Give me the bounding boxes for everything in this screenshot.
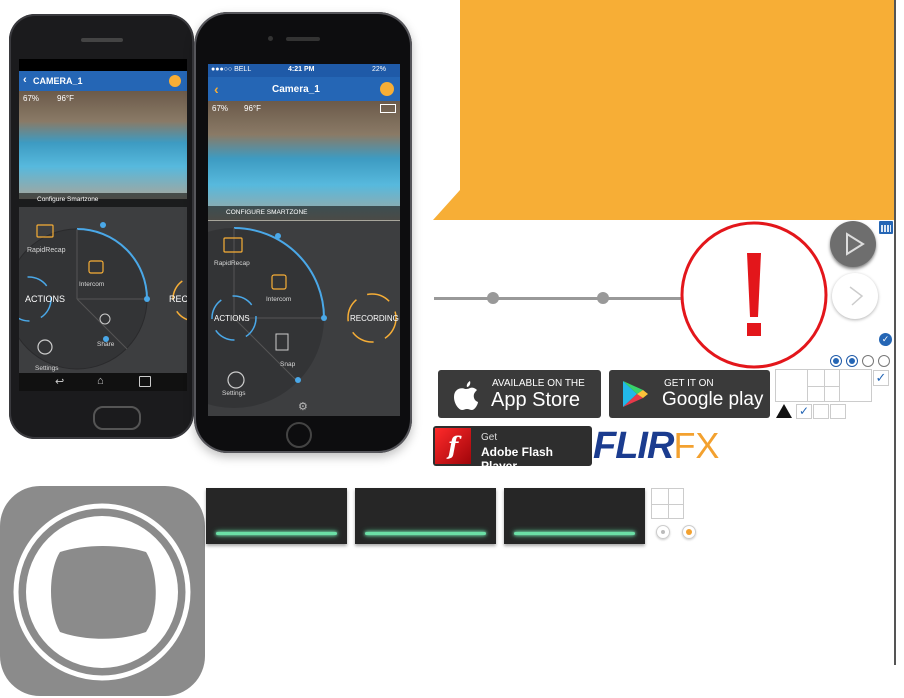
iphone: ●●●○○ BELL 4:21 PM 22% ‹ Camera_1 67% 96… bbox=[194, 12, 412, 453]
app-store-big-text: App Store bbox=[491, 389, 580, 411]
checkbox-checked[interactable]: ✓ bbox=[796, 404, 812, 419]
flir-text: FLIR bbox=[593, 425, 674, 467]
humidity-readout: 67% bbox=[23, 94, 40, 103]
gear-icon[interactable]: ⚙ bbox=[298, 400, 308, 413]
right-divider bbox=[894, 0, 896, 665]
camera-feed[interactable] bbox=[208, 101, 400, 221]
grid-box-quad bbox=[807, 369, 840, 402]
check-circle-icon[interactable]: ✓ bbox=[879, 333, 892, 346]
checkbox-empty[interactable] bbox=[813, 404, 829, 419]
flash-big-text: Adobe Flash Player bbox=[481, 445, 554, 473]
menu-snap[interactable]: Snap bbox=[280, 361, 295, 368]
android-title-bar: ‹ CAMERA_1 bbox=[19, 71, 187, 91]
radio-dot-gray[interactable] bbox=[656, 525, 670, 539]
fx-text: FX bbox=[673, 425, 720, 466]
iphone-camera bbox=[268, 36, 273, 41]
android-speaker bbox=[81, 38, 123, 42]
iphone-title-bar: ‹ Camera_1 bbox=[208, 77, 400, 101]
android-home-button[interactable] bbox=[93, 406, 141, 430]
menu-intercom[interactable]: Intercom bbox=[79, 281, 104, 288]
adobe-flash-button[interactable]: f Get Adobe Flash Player bbox=[433, 426, 592, 473]
triangle-up-icon bbox=[776, 404, 792, 418]
status-time: 4:21 PM bbox=[288, 66, 315, 73]
glow-bar bbox=[514, 532, 635, 535]
google-play-icon bbox=[623, 381, 648, 407]
back-arrow-icon[interactable]: ‹ bbox=[23, 74, 27, 86]
camera-ring-icon bbox=[13, 503, 191, 681]
radio-selected[interactable] bbox=[846, 355, 858, 367]
menu-recording[interactable]: RECORDING bbox=[350, 314, 399, 323]
google-play-button[interactable]: GET IT ON Google play bbox=[609, 370, 770, 418]
app-store-small-text: AVAILABLE ON THE bbox=[492, 378, 585, 389]
carrier-text: ●●●○○ BELL bbox=[211, 66, 252, 73]
camera-feed[interactable] bbox=[19, 91, 187, 199]
battery-icon bbox=[380, 104, 396, 113]
menu-settings[interactable]: Settings bbox=[35, 365, 59, 372]
menu-rapidrecap[interactable]: RapidRecap bbox=[214, 260, 250, 267]
configure-smartzone-bar[interactable]: Configure Smartzone bbox=[19, 193, 187, 207]
android-phone: ‹ CAMERA_1 67% 96°F Configure Smartzone … bbox=[9, 14, 194, 439]
play-icon bbox=[846, 232, 865, 256]
humidity-readout: 67% bbox=[212, 104, 229, 113]
glow-card-2[interactable] bbox=[355, 488, 496, 544]
glow-bar bbox=[216, 532, 337, 535]
timeline-slider-track[interactable] bbox=[434, 292, 684, 304]
android-nav-bar: ↩ ⌂ bbox=[19, 373, 187, 391]
menu-settings[interactable]: Settings bbox=[222, 390, 246, 397]
app-store-button[interactable]: AVAILABLE ON THE App Store bbox=[438, 370, 601, 418]
iphone-screen: ●●●○○ BELL 4:21 PM 22% ‹ Camera_1 67% 96… bbox=[208, 64, 400, 416]
menu-actions[interactable]: ACTIONS bbox=[25, 294, 65, 304]
grid-box bbox=[775, 369, 808, 402]
glow-bar bbox=[365, 532, 486, 535]
flir-fx-logo: FLIRFX bbox=[593, 425, 720, 467]
grid-box bbox=[839, 369, 872, 402]
radio-unselected[interactable] bbox=[862, 355, 874, 367]
orange-callout-panel bbox=[433, 0, 895, 220]
temperature-readout: 96°F bbox=[57, 94, 74, 103]
radio-selected[interactable] bbox=[830, 355, 842, 367]
checkbox-checked[interactable]: ✓ bbox=[873, 370, 889, 386]
menu-share[interactable]: Share bbox=[97, 341, 114, 348]
configure-smartzone-bar[interactable]: CONFIGURE SMARTZONE bbox=[208, 206, 400, 220]
menu-intercom[interactable]: Intercom bbox=[266, 296, 291, 303]
small-grid-icon bbox=[651, 488, 684, 519]
google-play-small-text: GET IT ON bbox=[664, 378, 714, 389]
live-play-icon[interactable] bbox=[169, 75, 181, 87]
iphone-status-bar: ●●●○○ BELL 4:21 PM 22% bbox=[208, 64, 400, 77]
battery-text: 22% bbox=[371, 66, 386, 73]
back-icon[interactable]: ↩ bbox=[55, 375, 64, 388]
temperature-readout: 96°F bbox=[244, 104, 261, 113]
home-icon[interactable]: ⌂ bbox=[97, 375, 104, 387]
app-icon bbox=[0, 486, 205, 696]
menu-actions[interactable]: ACTIONS bbox=[214, 314, 250, 323]
apple-icon bbox=[454, 381, 478, 410]
flash-small-text: Get bbox=[481, 432, 498, 443]
iphone-speaker bbox=[286, 37, 320, 41]
play-button-light[interactable] bbox=[832, 273, 878, 319]
play-icon bbox=[849, 286, 864, 306]
camera-title: CAMERA_1 bbox=[33, 76, 83, 86]
menu-rapidrecap[interactable]: RapidRecap bbox=[27, 247, 66, 254]
radio-unselected[interactable] bbox=[878, 355, 890, 367]
slider-knob-2[interactable] bbox=[597, 292, 609, 304]
exclamation-icon bbox=[680, 221, 828, 369]
back-arrow-icon[interactable]: ‹ bbox=[214, 81, 219, 97]
google-play-big-text: Google play bbox=[662, 389, 764, 410]
slider-knob-1[interactable] bbox=[487, 292, 499, 304]
menu-recording[interactable]: RECOR bbox=[169, 294, 187, 304]
camera-title: Camera_1 bbox=[272, 84, 320, 95]
android-status-bar bbox=[19, 59, 187, 71]
checkbox-empty[interactable] bbox=[830, 404, 846, 419]
glow-card-1[interactable] bbox=[206, 488, 347, 544]
play-button-dark[interactable] bbox=[830, 221, 876, 267]
glow-card-3[interactable] bbox=[504, 488, 645, 544]
calendar-icon[interactable] bbox=[879, 221, 893, 234]
flash-logo-icon: f bbox=[435, 428, 471, 464]
live-play-icon[interactable] bbox=[380, 82, 394, 96]
android-screen: ‹ CAMERA_1 67% 96°F Configure Smartzone … bbox=[19, 59, 187, 391]
iphone-home-button[interactable] bbox=[286, 422, 312, 448]
radio-dot-orange[interactable] bbox=[682, 525, 696, 539]
recent-apps-icon[interactable] bbox=[139, 376, 151, 387]
